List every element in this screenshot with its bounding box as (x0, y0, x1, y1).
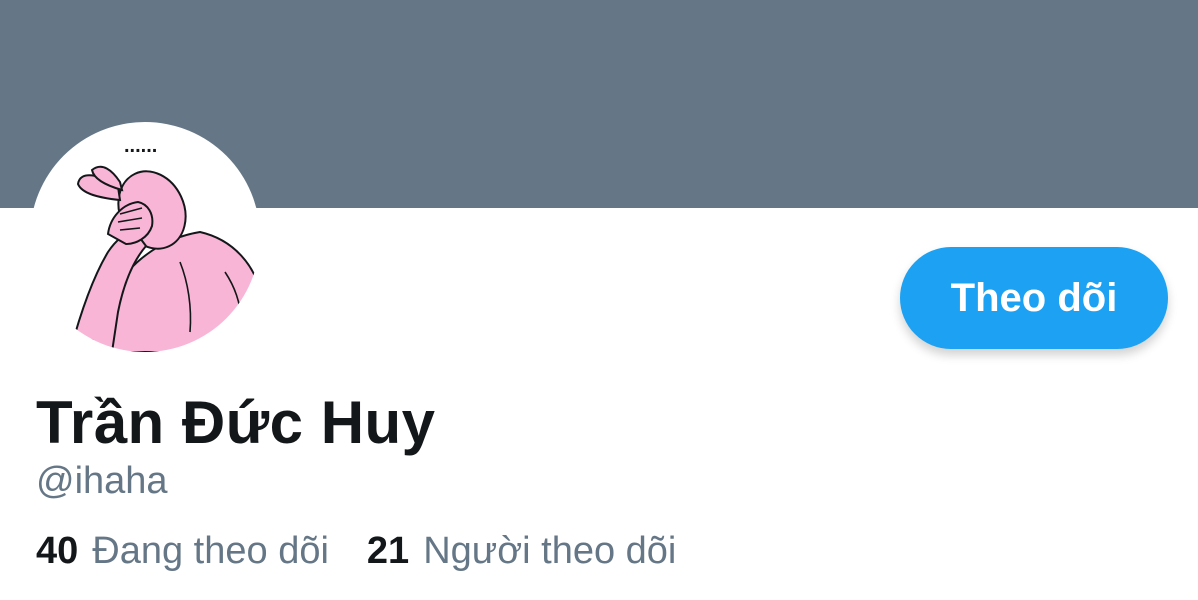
followers-count: 21 (366, 530, 410, 572)
avatar-dots: ...... (124, 135, 157, 157)
followers-stat[interactable]: 21 Người theo dõi (367, 530, 676, 573)
follow-button[interactable]: Theo dõi (900, 247, 1168, 349)
profile-handle: @ihaha (36, 460, 168, 502)
following-count: 40 (36, 530, 79, 572)
followers-label: Người theo dõi (423, 530, 677, 572)
avatar[interactable]: ...... (30, 122, 260, 352)
following-label: Đang theo dõi (92, 530, 329, 572)
avatar-illustration: ...... (68, 135, 260, 352)
follow-button-label: Theo dõi (950, 275, 1118, 320)
profile-name: Trần Đức Huy (36, 389, 436, 456)
following-stat[interactable]: 40 Đang theo dõi (36, 530, 329, 573)
profile-page: ...... Theo dõi Trần Đức Huy @ihaha 40 Đ… (0, 0, 1198, 600)
profile-stats: 40 Đang theo dõi 21 Người theo dõi (36, 530, 714, 573)
